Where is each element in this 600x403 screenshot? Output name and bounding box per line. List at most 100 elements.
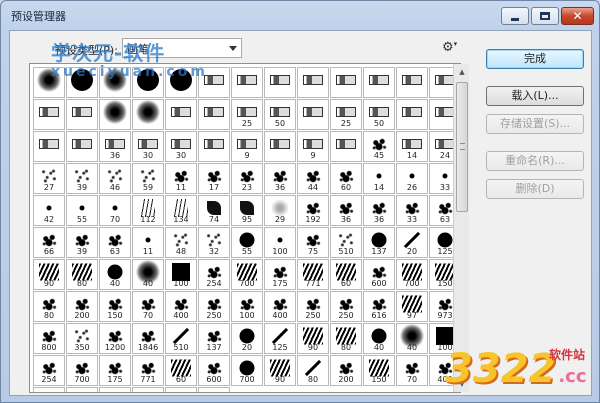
brush-preset-item[interactable] [99, 99, 131, 130]
brush-preset-item[interactable]: 250 [33, 387, 65, 392]
brush-preset-item[interactable]: 700 [231, 355, 263, 386]
brush-preset-item[interactable]: 9 [231, 131, 263, 162]
brush-preset-item[interactable]: 70 [132, 291, 164, 322]
brush-preset-item[interactable] [264, 131, 296, 162]
brush-preset-item[interactable]: 150 [363, 355, 395, 386]
brush-preset-item[interactable]: 20 [396, 227, 428, 258]
brush-preset-item[interactable]: 350 [66, 323, 98, 354]
minimize-button[interactable] [501, 7, 529, 25]
brush-preset-item[interactable]: 100 [231, 291, 263, 322]
brush-preset-item[interactable]: 175 [264, 259, 296, 290]
brush-preset-item[interactable]: 50 [363, 99, 395, 130]
brush-preset-item[interactable]: 137 [198, 323, 230, 354]
brush-preset-item[interactable]: 700 [231, 259, 263, 290]
brush-preset-item[interactable]: 39 [66, 163, 98, 194]
brush-preset-item[interactable] [396, 99, 428, 130]
brush-preset-item[interactable]: 30 [165, 131, 197, 162]
brush-preset-item[interactable]: 600 [363, 259, 395, 290]
brush-preset-item[interactable]: 80 [297, 355, 329, 386]
title-bar[interactable]: 预设管理器 ✕ [1, 1, 599, 29]
brush-preset-item[interactable]: 14 [363, 163, 395, 194]
brush-preset-item[interactable]: 80 [33, 291, 65, 322]
brush-preset-item[interactable] [396, 67, 428, 98]
brush-preset-item[interactable]: 33 [396, 195, 428, 226]
brush-preset-item[interactable]: 100 [165, 259, 197, 290]
brush-preset-item[interactable] [231, 67, 263, 98]
brush-preset-item[interactable] [198, 99, 230, 130]
brush-preset-item[interactable]: 55 [231, 227, 263, 258]
brush-preset-item[interactable] [264, 67, 296, 98]
brush-preset-item[interactable]: 175 [99, 355, 131, 386]
brush-preset-item[interactable]: 250 [297, 291, 329, 322]
brush-preset-item[interactable] [330, 131, 362, 162]
brush-preset-item[interactable]: 25 [330, 99, 362, 130]
brush-preset-item[interactable]: 11 [132, 227, 164, 258]
brush-preset-item[interactable]: 200 [66, 291, 98, 322]
brush-preset-item[interactable]: 90 [297, 323, 329, 354]
brush-preset-item[interactable]: 60 [330, 259, 362, 290]
brush-preset-item[interactable]: 192 [297, 195, 329, 226]
brush-preset-item[interactable]: 700 [396, 259, 428, 290]
brush-preset-item[interactable]: 66 [33, 227, 65, 258]
brush-preset-item[interactable] [198, 131, 230, 162]
brush-preset-item[interactable]: 250 [198, 291, 230, 322]
brush-preset-item[interactable]: 400 [264, 291, 296, 322]
brush-preset-item[interactable]: 400 [165, 291, 197, 322]
brush-preset-item[interactable]: 74 [198, 195, 230, 226]
brush-preset-item[interactable]: 90 [33, 259, 65, 290]
brush-preset-item[interactable] [33, 131, 65, 162]
brush-preset-item[interactable]: 700 [66, 355, 98, 386]
brush-preset-item[interactable]: 616 [363, 291, 395, 322]
brush-preset-item[interactable]: 250 [66, 387, 98, 392]
brush-preset-item[interactable]: 510 [330, 227, 362, 258]
brush-preset-item[interactable]: 250 [330, 291, 362, 322]
brush-preset-item[interactable]: 36 [99, 131, 131, 162]
brush-preset-item[interactable]: 40 [132, 259, 164, 290]
brush-preset-item[interactable] [132, 99, 164, 130]
close-button[interactable]: ✕ [561, 7, 594, 25]
save-set-button[interactable]: 存储设置(S)... [486, 114, 584, 134]
brush-preset-item[interactable]: 800 [165, 387, 197, 392]
brush-preset-item[interactable] [297, 99, 329, 130]
done-button[interactable]: 完成 [486, 49, 584, 69]
brush-preset-item[interactable]: 23 [231, 163, 263, 194]
brush-preset-item[interactable]: 45 [363, 131, 395, 162]
brush-preset-item[interactable]: 44 [297, 163, 329, 194]
gear-menu-button[interactable]: ⚙▾ [442, 41, 457, 55]
brush-preset-item[interactable] [165, 99, 197, 130]
brush-preset-item[interactable]: 75 [297, 227, 329, 258]
brush-preset-list[interactable]: 25 50 25 50 36 30 30 9 9 45 14 24 27 39 46 59 11 17 23 36 44… [29, 63, 461, 393]
brush-preset-item[interactable]: 60 [165, 355, 197, 386]
brush-preset-item[interactable]: 11 [165, 163, 197, 194]
brush-preset-item[interactable]: 1200 [99, 323, 131, 354]
brush-preset-item[interactable]: 40 [99, 259, 131, 290]
brush-preset-item[interactable]: 254 [198, 259, 230, 290]
brush-preset-item[interactable]: 42 [33, 195, 65, 226]
brush-preset-item[interactable]: 95 [231, 195, 263, 226]
brush-preset-item[interactable] [66, 131, 98, 162]
brush-preset-item[interactable]: 14 [396, 131, 428, 162]
brush-preset-item[interactable]: 39 [66, 227, 98, 258]
brush-preset-item[interactable]: 30 [132, 131, 164, 162]
brush-preset-item[interactable]: 59 [132, 163, 164, 194]
maximize-button[interactable] [531, 7, 559, 25]
brush-preset-item[interactable]: 134 [165, 195, 197, 226]
brush-preset-item[interactable]: 25 [231, 99, 263, 130]
brush-preset-item[interactable]: 80 [66, 259, 98, 290]
brush-preset-item[interactable]: 36 [264, 163, 296, 194]
brush-preset-item[interactable]: 17 [198, 163, 230, 194]
load-button[interactable]: 载入(L)... [486, 86, 584, 106]
scrollbar-thumb[interactable] [456, 82, 468, 212]
vertical-scrollbar[interactable]: ▲ ▼ [453, 64, 469, 392]
brush-preset-item[interactable]: 60 [330, 163, 362, 194]
brush-preset-item[interactable]: 400 [132, 387, 164, 392]
brush-preset-item[interactable]: 112 [132, 195, 164, 226]
brush-preset-item[interactable]: 46 [99, 163, 131, 194]
brush-preset-item[interactable]: 125 [264, 323, 296, 354]
brush-preset-item[interactable] [363, 67, 395, 98]
brush-preset-item[interactable]: 29 [264, 195, 296, 226]
scroll-up-button[interactable]: ▲ [454, 64, 470, 80]
brush-preset-item[interactable] [330, 67, 362, 98]
brush-preset-item[interactable]: 40 [396, 323, 428, 354]
brush-preset-item[interactable]: 254 [33, 355, 65, 386]
